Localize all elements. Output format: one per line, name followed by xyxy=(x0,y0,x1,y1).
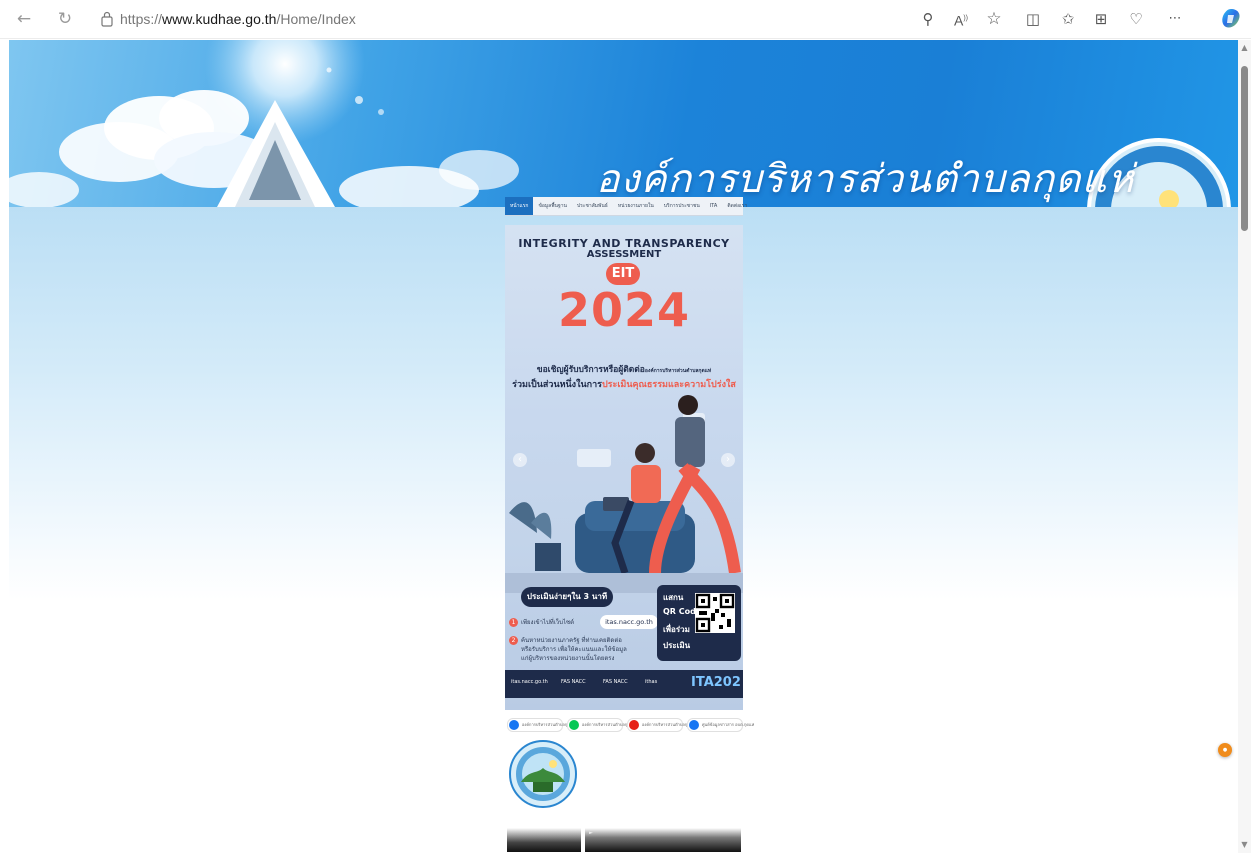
youtube-icon xyxy=(629,720,639,730)
video-player-2[interactable]: ► xyxy=(585,828,741,852)
site-banner: องค์การบริหารส่วนตำบลกุดแห่ xyxy=(9,40,1238,207)
back-icon[interactable]: ← xyxy=(14,9,34,29)
site-nav: หน้าแรก ข้อมูลพื้นฐาน ประชาสัมพันธ์ หน่ว… xyxy=(505,197,747,216)
address-bar[interactable]: https://www.kudhae.go.th/Home/Index xyxy=(94,7,894,31)
site-info-icon[interactable] xyxy=(100,11,114,27)
url-text: https://www.kudhae.go.th/Home/Index xyxy=(120,11,356,27)
eit-badge: EIT xyxy=(606,263,640,285)
nav-public-relations[interactable]: ประชาสัมพันธ์ xyxy=(572,197,613,215)
facebook-icon xyxy=(689,720,699,730)
facebook-link-2[interactable]: ศูนย์ข้อมูลข่าวสาร อบต.กุดแห่ xyxy=(687,718,754,732)
line-icon xyxy=(569,720,579,730)
collections-icon[interactable]: ⊞ xyxy=(1090,9,1112,29)
facebook-icon xyxy=(509,720,519,730)
step-2: 2 ค้นหาหน่วยงานภาครัฐ ที่ท่านเคยติดต่อ หรื… xyxy=(509,636,627,663)
organization-seal-logo xyxy=(509,740,577,808)
carousel-next-button[interactable]: › xyxy=(721,453,735,467)
steps-title: ประเมินง่ายๆใน 3 นาที xyxy=(521,587,613,607)
nav-public-services[interactable]: บริการประชาชน xyxy=(659,197,705,215)
poster-assessment-line: ร่วมเป็นส่วนหนึ่งในการประเมินคุณธรรมและค… xyxy=(512,380,736,390)
line-link[interactable]: องค์การบริหารส่วนตำบลกุดแห่ xyxy=(567,718,635,732)
poster-illustration xyxy=(505,395,743,593)
footer-item-4: ithas xyxy=(645,679,658,685)
footer-item-1: itas.nacc.go.th xyxy=(511,679,548,685)
itas-site-pill: itas.nacc.go.th xyxy=(600,615,658,629)
refresh-icon[interactable]: ↻ xyxy=(55,9,75,29)
more-icon[interactable]: ⋯ xyxy=(1164,9,1186,29)
scroll-thumb[interactable] xyxy=(1241,66,1248,231)
nav-home[interactable]: หน้าแรก xyxy=(505,197,534,215)
footer-item-2: FAS NACC xyxy=(561,679,586,685)
eit-poster-slide[interactable]: INTEGRITY AND TRANSPARENCY ASSESSMENT EI… xyxy=(505,225,743,710)
page-scrollbar[interactable]: ▲ ▼ xyxy=(1238,40,1251,853)
play-icon[interactable]: ► xyxy=(589,830,593,836)
qr-text-1: แสกน xyxy=(663,593,684,602)
facebook-link-1[interactable]: องค์การบริหารส่วนตำบลกุดแห่ xyxy=(507,718,575,732)
favorites-icon[interactable]: ✩ xyxy=(1057,9,1079,29)
page-viewport: องค์การบริหารส่วนตำบลกุดแห่ หน้าแรก ข้อม… xyxy=(9,40,1238,853)
chat-float-button[interactable]: ● xyxy=(1218,743,1232,757)
qr-text-4: ประเมิน xyxy=(663,641,691,650)
footer-item-3: FAS NACC xyxy=(603,679,628,685)
youtube-link[interactable]: องค์การบริหารส่วนตำบลกุดแห่ xyxy=(627,718,695,732)
scroll-up-icon[interactable]: ▲ xyxy=(1240,43,1249,52)
poster-footer: itas.nacc.go.th FAS NACC FAS NACC ithas … xyxy=(505,670,743,698)
video-player-1[interactable] xyxy=(507,828,581,852)
split-screen-icon[interactable]: ◫ xyxy=(1022,9,1044,29)
nav-contact[interactable]: ติดต่อเรา xyxy=(722,197,752,215)
favorite-icon[interactable]: ☆ xyxy=(983,9,1005,29)
copilot-icon[interactable] xyxy=(1219,7,1243,31)
nav-basic-info[interactable]: ข้อมูลพื้นฐาน xyxy=(533,197,571,215)
social-links: องค์การบริหารส่วนตำบลกุดแห่ องค์การบริหา… xyxy=(505,718,754,732)
zoom-icon[interactable]: ⚲ xyxy=(917,9,939,29)
ita-brand: ITA202 xyxy=(691,675,741,690)
poster-year: 2024 xyxy=(557,283,691,337)
read-aloud-icon[interactable]: A)) xyxy=(950,9,972,29)
nav-ita[interactable]: ITA xyxy=(705,197,723,215)
browser-toolbar: ← ↻ https://www.kudhae.go.th/Home/Index … xyxy=(0,0,1251,39)
qr-text-3: เพื่อร่วม xyxy=(663,625,690,634)
qr-code xyxy=(695,593,735,633)
browser-essentials-icon[interactable]: ♡ xyxy=(1125,9,1147,29)
step-1: 1 เพียงเข้าไปที่เว็บไซต์ xyxy=(509,618,574,627)
nav-departments[interactable]: หน่วยงานภายใน xyxy=(613,197,659,215)
poster-invite-line: ขอเชิญผู้รับบริการหรือผู้ติดต่อองค์การบร… xyxy=(536,365,712,375)
carousel-prev-button[interactable]: ‹ xyxy=(513,453,527,467)
scroll-down-icon[interactable]: ▼ xyxy=(1240,840,1249,849)
poster-subheading: ASSESSMENT xyxy=(586,249,662,260)
